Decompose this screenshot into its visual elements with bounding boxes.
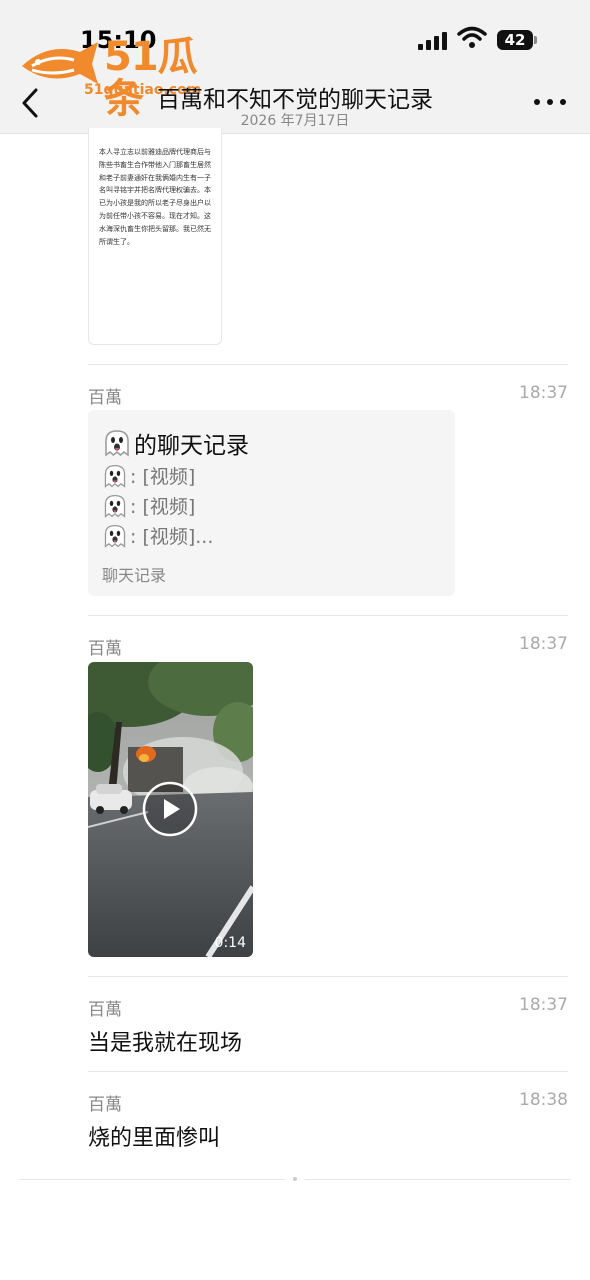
ghost-emoji-icon (105, 430, 129, 457)
divider (88, 1071, 568, 1072)
message-time: 18:37 (519, 634, 568, 654)
message-time: 18:37 (519, 995, 568, 1015)
signal-icon (418, 32, 447, 50)
divider (88, 976, 568, 977)
nav-title: 百萬和不知不觉的聊天记录 (157, 87, 433, 113)
message-sender: 百萬 (88, 1095, 122, 1115)
document-text: 本人寻立志以前雅迪品牌代理商后与陈些书畜生合作带他入门那畜生居然和老子前妻通奸在… (99, 148, 211, 246)
ghost-emoji-icon (104, 494, 126, 518)
message-time: 18:38 (519, 1090, 568, 1110)
ghost-emoji-icon (104, 464, 126, 488)
video-duration: 0:14 (214, 935, 246, 951)
chat-record-card[interactable]: 的聊天记录 : [视频] : [视频] : [视频]... 聊天记录 (88, 410, 455, 596)
ghost-emoji-icon (104, 524, 126, 548)
message-text: 烧的里面惨叫 (88, 1126, 221, 1151)
message-sender: 百萬 (88, 388, 122, 408)
battery-icon: 42 (497, 30, 537, 50)
message-time: 18:37 (519, 383, 568, 403)
nav-date: 2026 年7月17日 (240, 113, 350, 129)
chat-record-footer: 聊天记录 (102, 566, 167, 585)
top-bar: 15:10 42 51瓜条 51guatiao.com 百萬和不知不觉的聊天记录… (0, 0, 590, 134)
battery-level: 42 (497, 30, 533, 50)
chat-record-title: 的聊天记录 (102, 426, 249, 460)
divider (88, 615, 568, 616)
message-sender: 百萬 (88, 1000, 122, 1020)
message-text: 当是我就在现场 (88, 1031, 243, 1056)
chat-record-line: : [视频] (102, 462, 195, 489)
more-dots-icon[interactable] (534, 96, 566, 108)
end-divider-dot (293, 1177, 297, 1181)
divider (88, 364, 568, 365)
play-icon[interactable] (142, 781, 198, 837)
chat-record-line: : [视频]... (102, 522, 213, 549)
chat-record-title-text: 的聊天记录 (134, 433, 249, 459)
message-sender: 百萬 (88, 639, 122, 659)
end-divider-left (20, 1179, 285, 1180)
video-message[interactable]: 0:14 (88, 662, 253, 957)
chat-record-line: : [视频] (102, 492, 195, 519)
document-image[interactable]: 本人寻立志以前雅迪品牌代理商后与陈些书畜生合作带他入门那畜生居然和老子前妻通奸在… (88, 128, 222, 345)
wifi-icon (457, 26, 487, 48)
end-divider-right (305, 1179, 570, 1180)
